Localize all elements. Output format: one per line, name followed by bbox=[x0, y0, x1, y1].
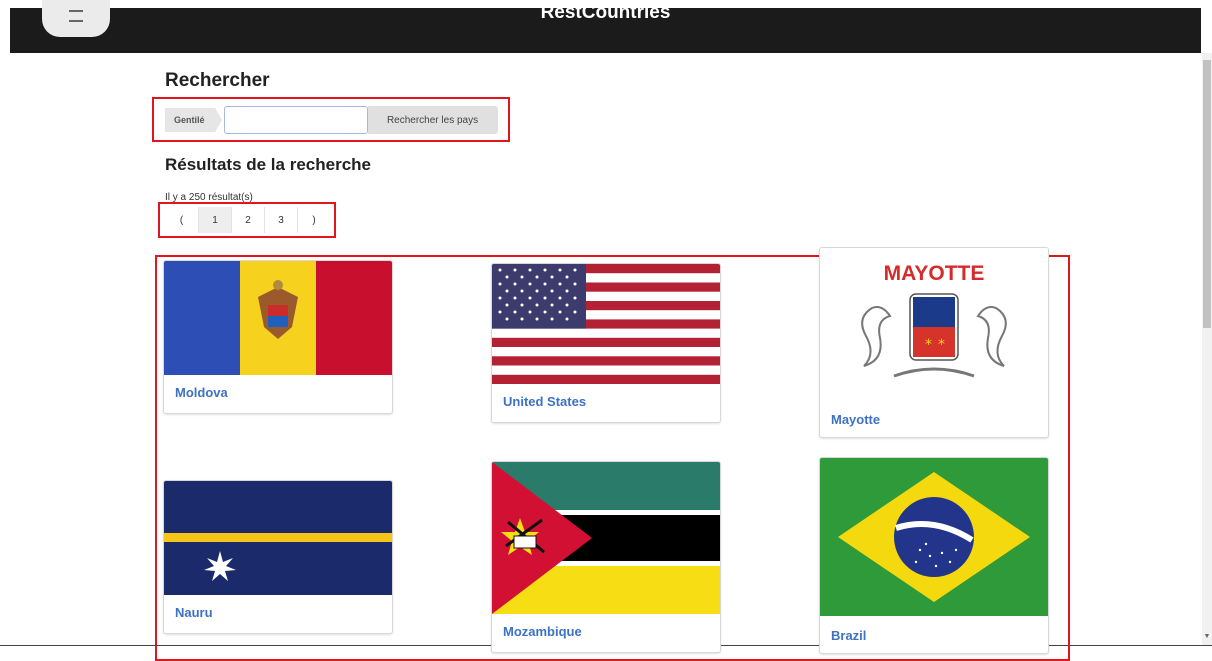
flag-mayotte[interactable]: MAYOTTE * * bbox=[820, 248, 1048, 400]
country-card[interactable]: MAYOTTE * * Mayotte bbox=[819, 247, 1049, 438]
country-card[interactable]: Mozambique bbox=[491, 461, 721, 653]
country-name[interactable]: Moldova bbox=[164, 375, 392, 400]
pagination-page-1[interactable]: 1 bbox=[198, 207, 231, 233]
flag-nauru[interactable] bbox=[164, 481, 392, 595]
country-card[interactable]: Brazil bbox=[819, 457, 1049, 654]
svg-text:*: * bbox=[925, 337, 932, 353]
country-name[interactable]: Nauru bbox=[164, 595, 392, 620]
flag-united-states[interactable] bbox=[492, 264, 720, 384]
scroll-down-arrow-icon[interactable]: ▼ bbox=[1203, 633, 1211, 641]
pagination: ( 1 2 3 ) bbox=[165, 207, 330, 233]
top-navbar: RestCountries bbox=[10, 0, 1201, 53]
country-card[interactable]: Nauru bbox=[163, 480, 393, 634]
pagination-next[interactable]: ) bbox=[297, 207, 330, 233]
scrollbar-thumb[interactable] bbox=[1203, 60, 1211, 328]
search-button[interactable]: Rechercher les pays bbox=[367, 106, 498, 134]
search-input[interactable] bbox=[223, 106, 368, 134]
country-name[interactable]: Mozambique bbox=[492, 614, 720, 639]
flag-brazil[interactable] bbox=[820, 458, 1048, 616]
country-card[interactable]: Moldova bbox=[163, 260, 393, 414]
country-name[interactable]: Brazil bbox=[820, 616, 1048, 643]
flag-mayotte-text: MAYOTTE bbox=[884, 262, 985, 285]
country-name[interactable]: Mayotte bbox=[820, 400, 1048, 427]
flag-moldova[interactable] bbox=[164, 261, 392, 375]
app-title[interactable]: RestCountries bbox=[10, 2, 1201, 24]
country-card[interactable]: United States bbox=[491, 263, 721, 423]
flag-mozambique[interactable] bbox=[492, 462, 720, 614]
search-bar: Gentilé Rechercher les pays bbox=[165, 105, 498, 135]
results-heading: Résultats de la recherche bbox=[165, 155, 371, 174]
pagination-prev[interactable]: ( bbox=[165, 207, 198, 233]
pagination-page-3[interactable]: 3 bbox=[264, 207, 297, 233]
search-heading: Rechercher bbox=[165, 70, 270, 91]
gentile-tag: Gentilé bbox=[165, 108, 221, 132]
country-name[interactable]: United States bbox=[492, 384, 720, 409]
svg-text:*: * bbox=[938, 337, 945, 353]
pagination-page-2[interactable]: 2 bbox=[231, 207, 264, 233]
